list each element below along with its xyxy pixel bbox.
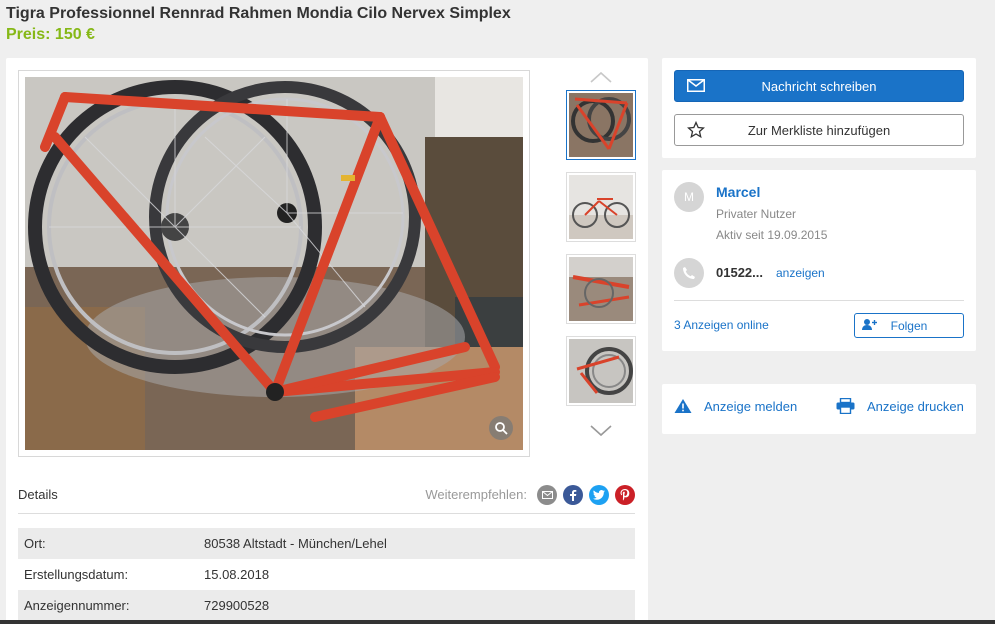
email-icon xyxy=(541,490,553,499)
thumbnail-image xyxy=(569,339,633,403)
seller-type: Privater Nutzer xyxy=(716,207,797,221)
zoom-button[interactable] xyxy=(489,416,513,440)
thumbnail-2[interactable] xyxy=(566,172,636,242)
row-key: Ort: xyxy=(24,536,46,551)
seller-active-since: Aktiv seit 19.09.2015 xyxy=(716,228,828,242)
show-phone-link[interactable]: anzeigen xyxy=(776,266,825,280)
thumbnail-down-button[interactable] xyxy=(566,418,636,444)
row-value: 15.08.2018 xyxy=(204,567,270,582)
phone-icon xyxy=(683,267,695,279)
message-button[interactable]: Nachricht schreiben xyxy=(674,70,964,102)
seller-card: M Marcel Privater Nutzer Aktiv seit 19.0… xyxy=(662,170,976,351)
contact-card: Nachricht schreiben Zur Merkliste hinzuf… xyxy=(662,58,976,158)
listing-price: Preis: 150 € xyxy=(6,26,95,43)
details-table: Ort: 80538 Altstadt - München/Lehel Erst… xyxy=(18,528,635,621)
table-row: Erstellungsdatum: 15.08.2018 xyxy=(18,559,635,590)
share-bar: Weiterempfehlen: xyxy=(425,484,635,505)
row-value: 80538 Altstadt - München/Lehel xyxy=(204,536,387,551)
share-pinterest-button[interactable] xyxy=(615,484,635,505)
thumbnail-image xyxy=(569,175,633,239)
thumbnail-image xyxy=(569,257,633,321)
report-ad-label: Anzeige melden xyxy=(704,398,798,414)
table-row: Ort: 80538 Altstadt - München/Lehel xyxy=(18,528,635,559)
row-value: 729900528 xyxy=(204,598,270,613)
phone-number: 01522... xyxy=(716,265,763,280)
row-key: Erstellungsdatum: xyxy=(24,567,129,582)
thumbnail-strip xyxy=(566,64,636,444)
divider xyxy=(674,300,964,301)
seller-ads-link[interactable]: 3 Anzeigen online xyxy=(674,318,769,332)
seller-name[interactable]: Marcel xyxy=(716,184,760,200)
star-icon xyxy=(687,121,705,139)
actions-card: Anzeige melden Anzeige drucken xyxy=(662,384,976,434)
warning-icon xyxy=(674,399,692,413)
phone-icon-wrap xyxy=(674,258,704,288)
facebook-icon xyxy=(570,489,577,501)
print-ad-label: Anzeige drucken xyxy=(867,398,964,414)
main-image[interactable] xyxy=(25,77,523,450)
share-label: Weiterempfehlen: xyxy=(425,487,527,502)
table-row: Anzeigennummer: 729900528 xyxy=(18,590,635,621)
thumbnail-up-button[interactable] xyxy=(566,64,636,90)
window-bottom-edge xyxy=(0,620,995,624)
details-header: Details Weiterempfehlen: xyxy=(18,476,635,514)
add-user-icon xyxy=(862,319,877,330)
report-ad-link[interactable]: Anzeige melden xyxy=(674,398,797,414)
listing-main-card: Details Weiterempfehlen: Ort: 80538 Alts… xyxy=(6,58,648,624)
chevron-down-icon xyxy=(590,425,612,437)
bicycle-frame-photo xyxy=(25,77,523,450)
envelope-icon xyxy=(687,79,705,92)
thumbnail-image xyxy=(569,93,633,157)
chevron-up-icon xyxy=(590,71,612,83)
share-facebook-button[interactable] xyxy=(563,484,583,505)
twitter-icon xyxy=(593,489,605,500)
follow-button-label: Folgen xyxy=(890,318,928,333)
thumbnail-4[interactable] xyxy=(566,336,636,406)
avatar: M xyxy=(674,182,704,212)
pinterest-icon xyxy=(620,488,630,501)
thumbnail-3[interactable] xyxy=(566,254,636,324)
share-email-button[interactable] xyxy=(537,484,557,505)
follow-button[interactable]: Folgen xyxy=(854,313,964,338)
main-image-frame[interactable] xyxy=(18,70,530,457)
message-button-label: Nachricht schreiben xyxy=(761,78,877,94)
listing-title: Tigra Professionnel Rennrad Rahmen Mondi… xyxy=(6,5,511,22)
share-twitter-button[interactable] xyxy=(589,484,609,505)
thumbnail-1[interactable] xyxy=(566,90,636,160)
watchlist-button-label: Zur Merkliste hinzufügen xyxy=(747,122,891,138)
printer-icon xyxy=(836,398,855,414)
magnifier-icon xyxy=(495,422,508,435)
row-key: Anzeigennummer: xyxy=(24,598,130,613)
print-ad-link[interactable]: Anzeige drucken xyxy=(836,398,964,414)
details-label: Details xyxy=(18,487,58,502)
watchlist-button[interactable]: Zur Merkliste hinzufügen xyxy=(674,114,964,146)
